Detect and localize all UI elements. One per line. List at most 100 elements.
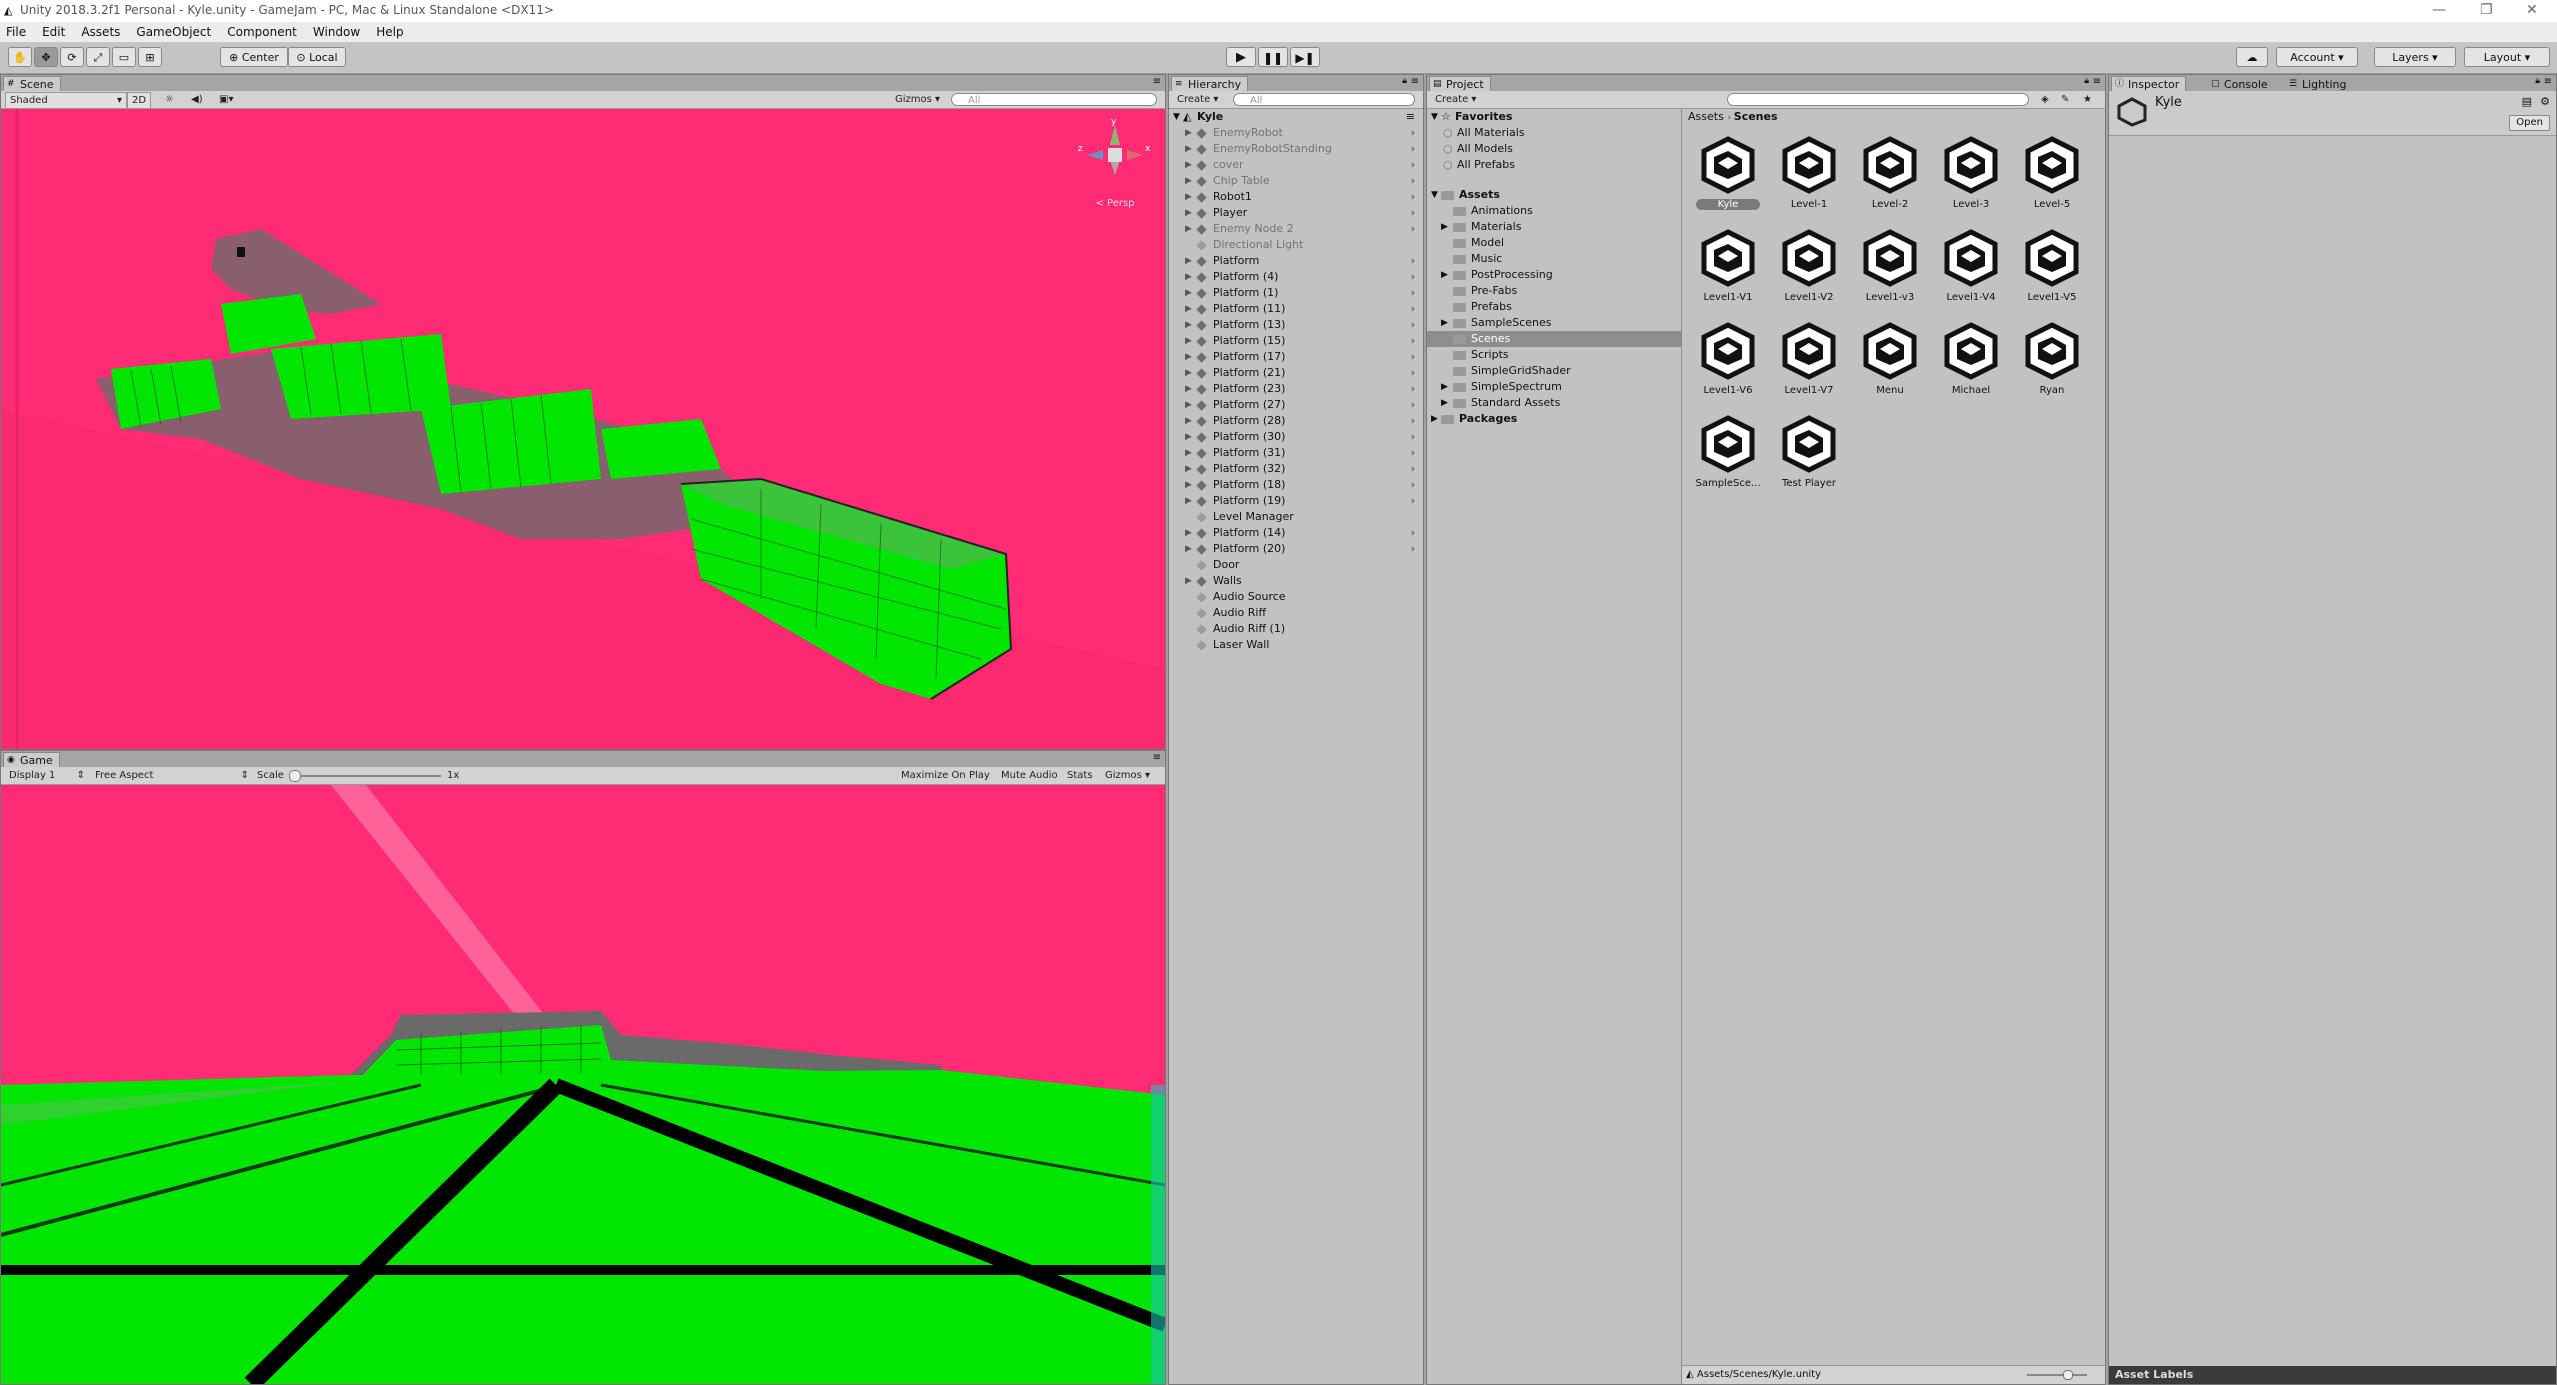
scene-asset-tile[interactable]: Level1-V7	[1769, 315, 1849, 405]
layers-dropdown[interactable]: Layers ▾	[2374, 47, 2456, 67]
breadcrumb-scenes[interactable]: Scenes	[1734, 110, 1778, 123]
hierarchy-item[interactable]: ▶ Chip Table ›	[1169, 173, 1423, 189]
hierarchy-item[interactable]: ▶ EnemyRobot ›	[1169, 125, 1423, 141]
hierarchy-item[interactable]: ▶ Player ›	[1169, 205, 1423, 221]
prefab-chevron-icon[interactable]: ›	[1411, 157, 1415, 173]
hierarchy-item[interactable]: ▶ Enemy Node 2 ›	[1169, 221, 1423, 237]
prefab-chevron-icon[interactable]: ›	[1411, 445, 1415, 461]
scene-asset-tile[interactable]: Kyle	[1688, 129, 1768, 219]
prefab-chevron-icon[interactable]: ›	[1411, 141, 1415, 157]
menu-item-file[interactable]: File	[6, 22, 26, 42]
hierarchy-item[interactable]: ▶ Platform (21) ›	[1169, 365, 1423, 381]
account-dropdown[interactable]: Account ▾	[2276, 47, 2358, 67]
hierarchy-item[interactable]: ▶ Platform (1) ›	[1169, 285, 1423, 301]
hand-tool-icon[interactable]: ✋	[8, 47, 32, 67]
menu-item-gameobject[interactable]: GameObject	[136, 22, 211, 42]
hierarchy-item[interactable]: ▶ Platform (17) ›	[1169, 349, 1423, 365]
layout-dropdown[interactable]: Layout ▾	[2464, 47, 2550, 67]
game-panel-menu-icon[interactable]: ≡	[1153, 752, 1161, 763]
expand-arrow-icon[interactable]: ▶	[1185, 397, 1192, 413]
assets-root-row[interactable]: ▼ Assets	[1427, 187, 1681, 203]
favorites-row[interactable]: ▼ ☆ Favorites	[1427, 109, 1681, 125]
packages-row[interactable]: ▶ Packages	[1427, 411, 1681, 427]
scene-asset-tile[interactable]: Michael	[1931, 315, 2011, 405]
prefab-chevron-icon[interactable]: ›	[1411, 269, 1415, 285]
prefab-chevron-icon[interactable]: ›	[1411, 477, 1415, 493]
folder-item[interactable]: SimpleGridShader	[1427, 363, 1681, 379]
expand-arrow-icon[interactable]: ▶	[1185, 205, 1192, 221]
folder-expand-icon[interactable]: ▶	[1441, 395, 1448, 411]
scene-asset-tile[interactable]: Level-5	[2012, 129, 2092, 219]
prefab-chevron-icon[interactable]: ›	[1411, 301, 1415, 317]
scene-viewport[interactable]: y z x < Persp	[1, 109, 1165, 749]
folder-item[interactable]: ▶ Materials	[1427, 219, 1681, 235]
expand-arrow-icon[interactable]: ▶	[1185, 461, 1192, 477]
shading-dropdown[interactable]: Shaded ▾	[5, 92, 127, 109]
folder-item[interactable]: Pre-Fabs	[1427, 283, 1681, 299]
hierarchy-item[interactable]: ▶ Walls	[1169, 573, 1423, 589]
expand-arrow-icon[interactable]: ▶	[1185, 445, 1192, 461]
hierarchy-item[interactable]: ▶ Platform (27) ›	[1169, 397, 1423, 413]
display-dropdown[interactable]: Display 1 ⇕	[5, 768, 89, 783]
mute-audio-toggle[interactable]: Mute Audio	[997, 768, 1062, 783]
space-local-button[interactable]: ⊙ Local	[288, 47, 346, 67]
folder-item[interactable]: Model	[1427, 235, 1681, 251]
expand-arrow-icon[interactable]: ▶	[1185, 269, 1192, 285]
expand-arrow-icon[interactable]: ▶	[1185, 189, 1192, 205]
prefab-chevron-icon[interactable]: ›	[1411, 125, 1415, 141]
folder-item[interactable]: Scenes	[1427, 331, 1681, 347]
hierarchy-item[interactable]: ▶ Platform (13) ›	[1169, 317, 1423, 333]
hierarchy-item[interactable]: ▶ Platform (20) ›	[1169, 541, 1423, 557]
favorite-item[interactable]: ○ All Prefabs	[1427, 157, 1681, 173]
scene-asset-tile[interactable]: Test Player	[1769, 408, 1849, 498]
favorite-item[interactable]: ○ All Models	[1427, 141, 1681, 157]
prefab-chevron-icon[interactable]: ›	[1411, 205, 1415, 221]
game-gizmos-dropdown[interactable]: Gizmos ▾	[1101, 768, 1154, 783]
scene-asset-tile[interactable]: Level-2	[1850, 129, 1930, 219]
scale-slider-thumb[interactable]	[289, 770, 301, 782]
prefab-chevron-icon[interactable]: ›	[1411, 461, 1415, 477]
expand-arrow-icon[interactable]: ▶	[1185, 317, 1192, 333]
inspector-lock-icon[interactable]: 🔒︎	[2535, 76, 2540, 86]
scene-root-menu-icon[interactable]: ≡	[1406, 109, 1415, 125]
hierarchy-item[interactable]: ▶ Platform (30) ›	[1169, 429, 1423, 445]
hierarchy-item[interactable]: ▶ Platform (23) ›	[1169, 381, 1423, 397]
hierarchy-item[interactable]: ▶ Platform (28) ›	[1169, 413, 1423, 429]
scale-slider-track[interactable]	[291, 775, 441, 777]
move-tool-icon[interactable]: ✥	[34, 47, 58, 67]
folder-item[interactable]: Animations	[1427, 203, 1681, 219]
menu-item-component[interactable]: Component	[227, 22, 297, 42]
favorite-item[interactable]: ○ All Materials	[1427, 125, 1681, 141]
hierarchy-item[interactable]: ▶ Robot1 ›	[1169, 189, 1423, 205]
scene-asset-tile[interactable]: SampleSce...	[1688, 408, 1768, 498]
hierarchy-item[interactable]: ▶ cover ›	[1169, 157, 1423, 173]
hierarchy-item[interactable]: Directional Light	[1169, 237, 1423, 253]
expand-arrow-icon[interactable]: ▶	[1185, 525, 1192, 541]
prefab-chevron-icon[interactable]: ›	[1411, 285, 1415, 301]
cloud-icon[interactable]: ☁	[2236, 47, 2268, 67]
restore-icon[interactable]: ❐	[2480, 2, 2493, 18]
expand-arrow-icon[interactable]: ▶	[1185, 541, 1192, 557]
expand-arrow-icon[interactable]: ▶	[1185, 173, 1192, 189]
game-viewport[interactable]	[1, 785, 1165, 1384]
rect-tool-icon[interactable]: ▭	[112, 47, 136, 67]
search-by-label-icon[interactable]: ✎	[2057, 92, 2073, 107]
prefab-chevron-icon[interactable]: ›	[1411, 189, 1415, 205]
expand-arrow-icon[interactable]: ▶	[1185, 573, 1192, 589]
hierarchy-item[interactable]: ▶ Platform (31) ›	[1169, 445, 1423, 461]
project-lock-icon[interactable]: 🔒︎	[2084, 76, 2089, 86]
prefab-chevron-icon[interactable]: ›	[1411, 173, 1415, 189]
folder-item[interactable]: Music	[1427, 251, 1681, 267]
scene-orientation-gizmo[interactable]: y z x < Persp	[1075, 115, 1155, 209]
expand-arrow-icon[interactable]: ▶	[1185, 141, 1192, 157]
persp-label[interactable]: < Persp	[1075, 198, 1155, 209]
settings-gear-icon[interactable]: ⚙	[2540, 95, 2550, 108]
hierarchy-item[interactable]: Audio Riff	[1169, 605, 1423, 621]
scene-search-input[interactable]: All	[951, 93, 1157, 106]
folder-item[interactable]: Scripts	[1427, 347, 1681, 363]
scene-root-row[interactable]: ▼ ◭ Kyle ≡	[1169, 109, 1423, 125]
folder-expand-icon[interactable]: ▶	[1441, 219, 1448, 235]
scene-asset-tile[interactable]: Level1-V4	[1931, 222, 2011, 312]
scale-tool-icon[interactable]: ⤢	[86, 47, 110, 67]
hierarchy-item[interactable]: Audio Source	[1169, 589, 1423, 605]
